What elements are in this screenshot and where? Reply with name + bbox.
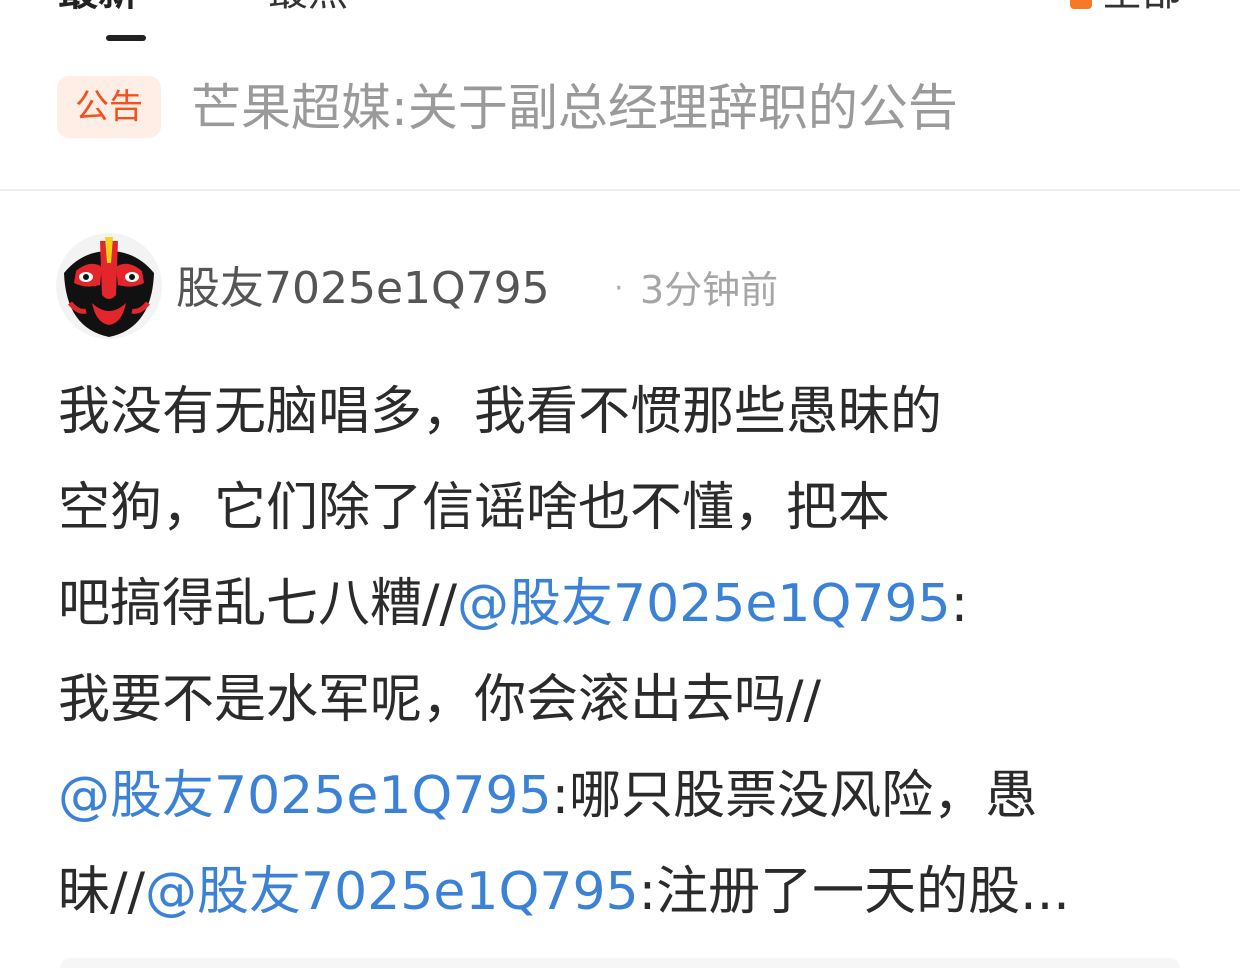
post-text: : xyxy=(950,574,969,634)
mention-link[interactable]: @股友7025e1Q795 xyxy=(58,766,552,826)
filter-label: 全部 xyxy=(1102,0,1182,15)
post-content[interactable]: 我没有无脑唱多，我看不惯那些愚昧的 空狗，它们除了信谣啥也不懂，把本 吧搞得乱七… xyxy=(58,364,1168,940)
announcement-title[interactable]: 芒果超媒:关于副总经理辞职的公告 xyxy=(191,76,958,140)
announcement-badge: 公告 xyxy=(57,76,161,138)
opera-mask-avatar-icon xyxy=(56,233,162,339)
post-line: 昧//@股友7025e1Q795:注册了一天的股... xyxy=(58,844,1168,940)
post-text: 昧// xyxy=(58,862,146,922)
filter-button[interactable]: 全部 xyxy=(1070,0,1182,12)
feed-tabs: 最新 最热 全部 xyxy=(0,0,1240,60)
post-line: 吧搞得乱七八糟//@股友7025e1Q795: xyxy=(58,556,1168,652)
post-header: 股友7025e1Q795 · 3分钟前 xyxy=(56,233,1176,341)
post-text: 我要不是水军呢，你会滚出去吗// xyxy=(58,670,822,730)
section-divider xyxy=(0,189,1240,191)
tab-latest[interactable]: 最新 xyxy=(58,0,138,12)
post-time: 3分钟前 xyxy=(640,268,779,312)
avatar[interactable] xyxy=(56,233,162,339)
meta-separator: · xyxy=(614,271,624,306)
announcement-row[interactable]: 公告 芒果超媒:关于副总经理辞职的公告 xyxy=(57,76,1187,140)
post-line: 我没有无脑唱多，我看不惯那些愚昧的 xyxy=(58,364,1168,460)
post-text: 我没有无脑唱多，我看不惯那些愚昧的 xyxy=(58,382,943,442)
post-text: 空狗，它们除了信谣啥也不懂，把本 xyxy=(58,478,891,538)
post-text: 吧搞得乱七八糟// xyxy=(58,574,458,634)
active-tab-indicator xyxy=(106,35,146,41)
post-text: :哪只股票没风险，愚 xyxy=(551,766,1038,826)
stock-forum-page: 最新 最热 全部 公告 芒果超媒:关于副总经理辞职的公告 xyxy=(0,0,1240,968)
author-name[interactable]: 股友7025e1Q795 xyxy=(176,263,550,315)
tab-hot[interactable]: 最热 xyxy=(268,0,348,12)
post-line: @股友7025e1Q795:哪只股票没风险，愚 xyxy=(58,748,1168,844)
post-line: 我要不是水军呢，你会滚出去吗// xyxy=(58,652,1168,748)
mention-link[interactable]: @股友7025e1Q795 xyxy=(457,574,951,634)
filter-icon xyxy=(1070,0,1092,9)
post-text: :注册了一天的股... xyxy=(638,862,1070,922)
post-line: 空狗，它们除了信谣啥也不懂，把本 xyxy=(58,460,1168,556)
next-card-edge xyxy=(60,958,1180,968)
mention-link[interactable]: @股友7025e1Q795 xyxy=(145,862,639,922)
